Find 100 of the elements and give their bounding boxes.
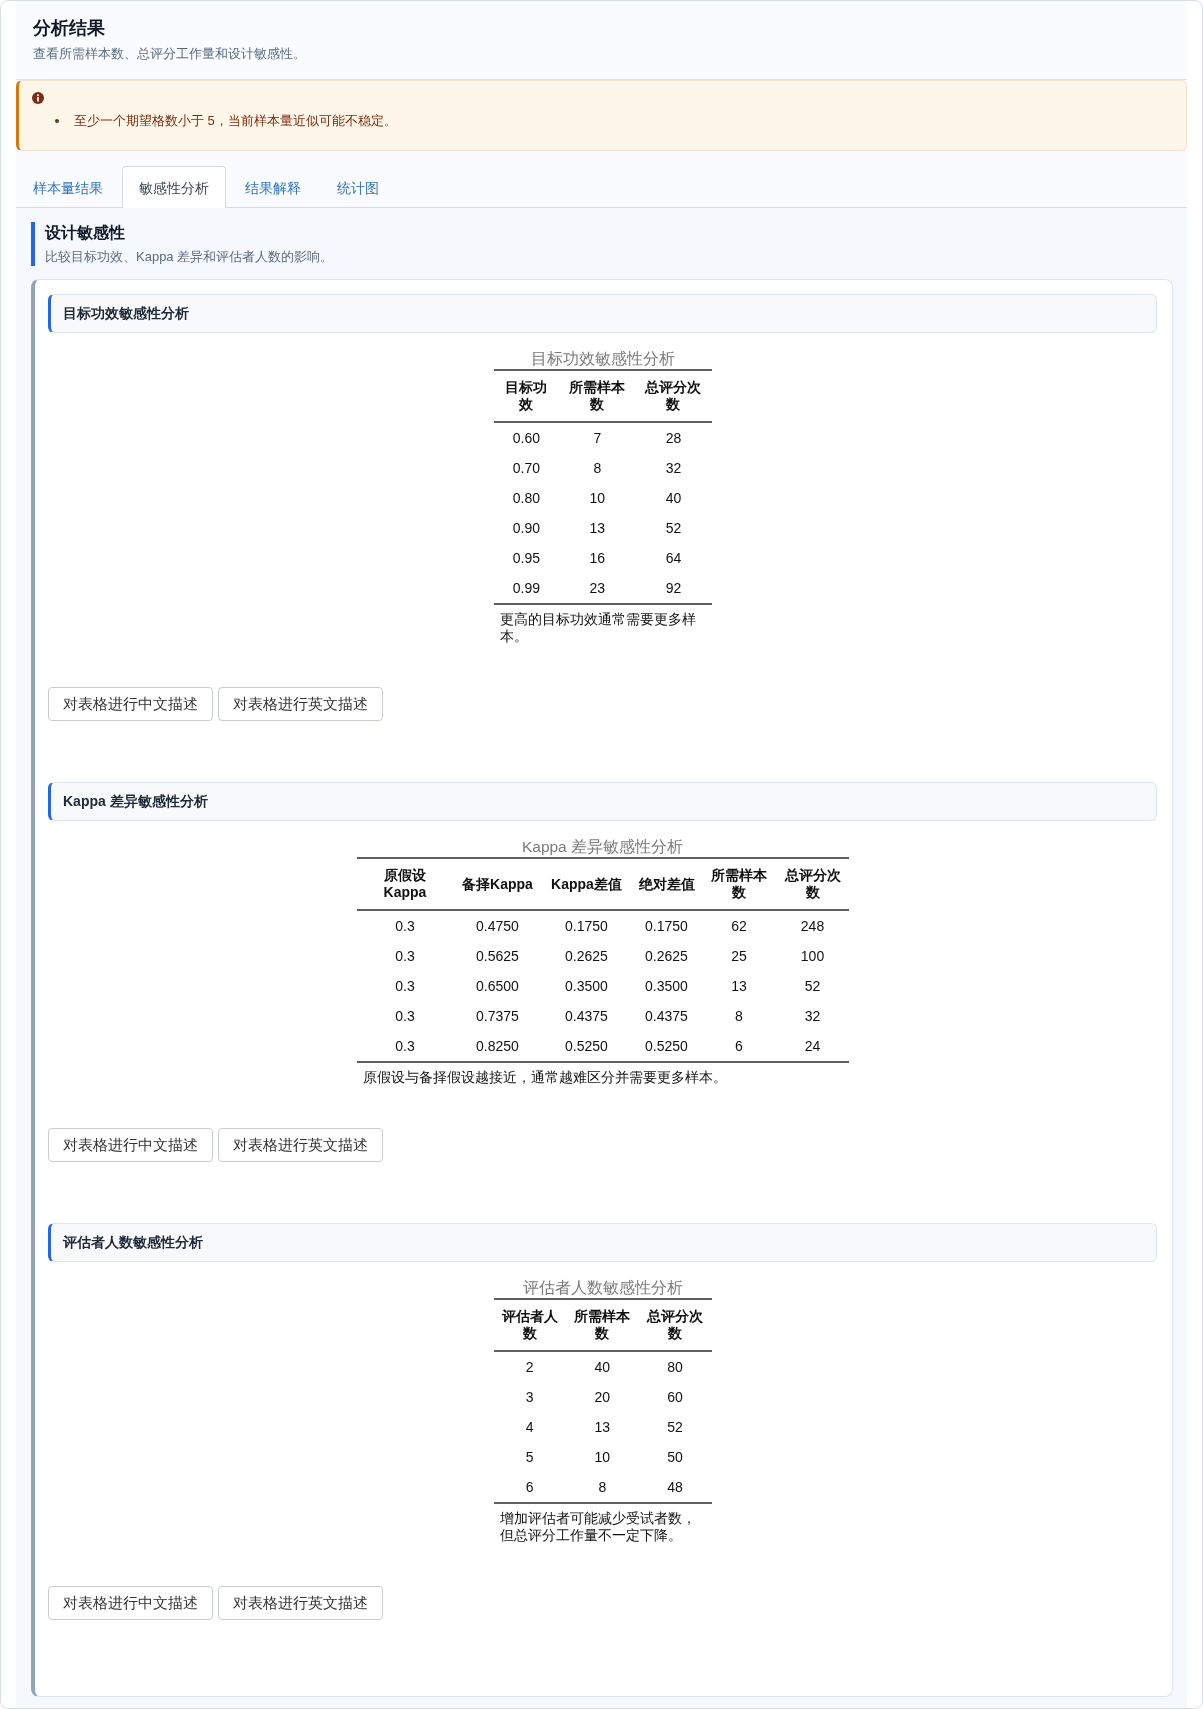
table-cell-text: 0.2625 [564,947,609,966]
description-button[interactable]: 对表格进行中文描述 [48,1586,213,1620]
column-header: 备择Kappa [453,858,542,910]
table-cell: 0.1750 [631,910,702,941]
tab[interactable]: 结果解释 [228,166,318,208]
table-cell-text: 0.95 [511,549,542,568]
description-button[interactable]: 对表格进行英文描述 [218,1586,383,1620]
column-header: 总评分次数 [635,370,712,422]
table-cell-text: 100 [799,947,826,966]
table-cell-text: 0.4375 [644,1007,689,1026]
description-button[interactable]: 对表格进行中文描述 [48,687,213,721]
column-header: 总评分次数 [776,858,849,910]
table-cell: 0.3 [356,910,454,941]
table-cell-text: 32 [803,1007,822,1026]
table-cell-text: 0.3 [394,977,416,996]
table-cell-text: 0.90 [511,519,542,538]
tab[interactable]: 统计图 [320,166,396,208]
page-subtitle: 查看所需样本数、总评分工作量和设计敏感性。 [33,45,307,63]
table-cell-text: 3 [524,1388,535,1407]
table-cell: 24 [776,1031,849,1062]
table-cell: 80 [638,1351,712,1382]
table-cell: 0.4750 [453,910,542,941]
table-cell: 248 [776,910,849,941]
table-caption: 评估者人数敏感性分析 [521,1278,684,1298]
table-cell-text: 0.5625 [475,947,520,966]
column-header: 所需样本数 [701,858,777,910]
table-cell-text: 0.6500 [475,977,520,996]
table-cell-text: 52 [664,519,683,538]
description-button[interactable]: 对表格进行中文描述 [48,1128,213,1162]
table-cell-text: 0.7375 [475,1007,520,1026]
column-header: 评估者人数 [493,1299,566,1351]
panel-title: 设计敏感性 [45,223,126,243]
table-cell-text: 0.80 [511,489,542,508]
column-header: 目标功效 [493,370,560,422]
table-cell-text: 5 [524,1448,535,1467]
column-header: 总评分次数 [638,1299,712,1351]
table-cell: 48 [638,1472,712,1503]
table-cell: 0.8250 [453,1031,542,1062]
table-cell-text: 50 [666,1448,684,1467]
table-cell: 40 [565,1351,639,1382]
table-cell: 62 [701,910,777,941]
table-cell-text: 52 [666,1418,684,1437]
page-title: 分析结果 [33,17,106,39]
description-button[interactable]: 对表格进行英文描述 [218,1128,383,1162]
table-cell-text: 60 [666,1388,684,1407]
table-cell: 92 [635,573,712,604]
column-header: 绝对差值 [631,858,702,910]
table-cell-text: 10 [588,489,607,508]
table-note: 更高的目标功效通常需要更多样本。 [498,610,697,646]
table-cell-text: 40 [664,489,683,508]
table-note: 增加评估者可能减少受试者数，但总评分工作量不一定下降。 [498,1509,697,1545]
panel-subtitle: 比较目标功效、Kappa 差异和评估者人数的影响。 [45,248,335,266]
table-cell-text: 0.3 [394,947,416,966]
section-header: 目标功效敏感性分析 [48,294,1157,333]
table-cell-text: 8 [592,459,603,478]
table-cell: 6 [701,1031,777,1062]
table-caption: 目标功效敏感性分析 [529,349,676,369]
table-cell-text: 52 [803,977,822,996]
table-cell: 0.3 [356,1031,454,1062]
table-cell: 0.99 [493,573,560,604]
section-header: 评估者人数敏感性分析 [48,1223,1157,1262]
table-cell-text: 0.3 [394,1007,416,1026]
table-cell: 8 [565,1472,639,1503]
table-cell: 0.5250 [631,1031,702,1062]
table-cell: 6 [493,1472,566,1503]
table-cell-text: 0.4375 [564,1007,609,1026]
section-header: Kappa 差异敏感性分析 [48,782,1157,821]
table-cell-text: 8 [734,1007,744,1026]
table-cell-text: 13 [593,1418,612,1437]
column-header: 所需样本数 [565,1299,639,1351]
tab[interactable]: 敏感性分析 [122,166,226,208]
table-cell: 0.1750 [541,910,632,941]
column-header: Kappa差值 [541,858,632,910]
table-cell-text: 16 [588,549,607,568]
tab[interactable]: 样本量结果 [16,166,120,208]
table-cell-text: 4 [524,1418,535,1437]
table-caption: Kappa 差异敏感性分析 [520,837,685,857]
column-header: 原假设Kappa [356,858,454,910]
alert-message: 至少一个期望格数小于 5，当前样本量近似可能不稳定。 [74,112,397,130]
bullet-icon [55,119,59,123]
table-cell-text: 25 [730,947,748,966]
table-cell-text: 10 [593,1448,612,1467]
table-cell: 0.60 [493,422,560,453]
table-cell: 2 [493,1351,566,1382]
table-cell-text: 0.3500 [644,977,689,996]
table-cell-text: 13 [730,977,748,996]
table-cell-text: 32 [664,459,683,478]
column-header: 所需样本数 [559,370,636,422]
table-cell-text: 20 [593,1388,612,1407]
table-cell: 7 [559,422,636,453]
table-cell: 28 [635,422,712,453]
table-cell-text: 0.70 [511,459,542,478]
table-cell-text: 0.2625 [644,947,689,966]
table-cell-text: 0.3500 [564,977,609,996]
table-cell-text: 13 [588,519,607,538]
table-note: 原假设与备择假设越接近，通常越难区分并需要更多样本。 [361,1068,728,1087]
table-cell: 23 [559,573,636,604]
table-cell-text: 64 [664,549,683,568]
info-icon [32,92,44,104]
description-button[interactable]: 对表格进行英文描述 [218,687,383,721]
